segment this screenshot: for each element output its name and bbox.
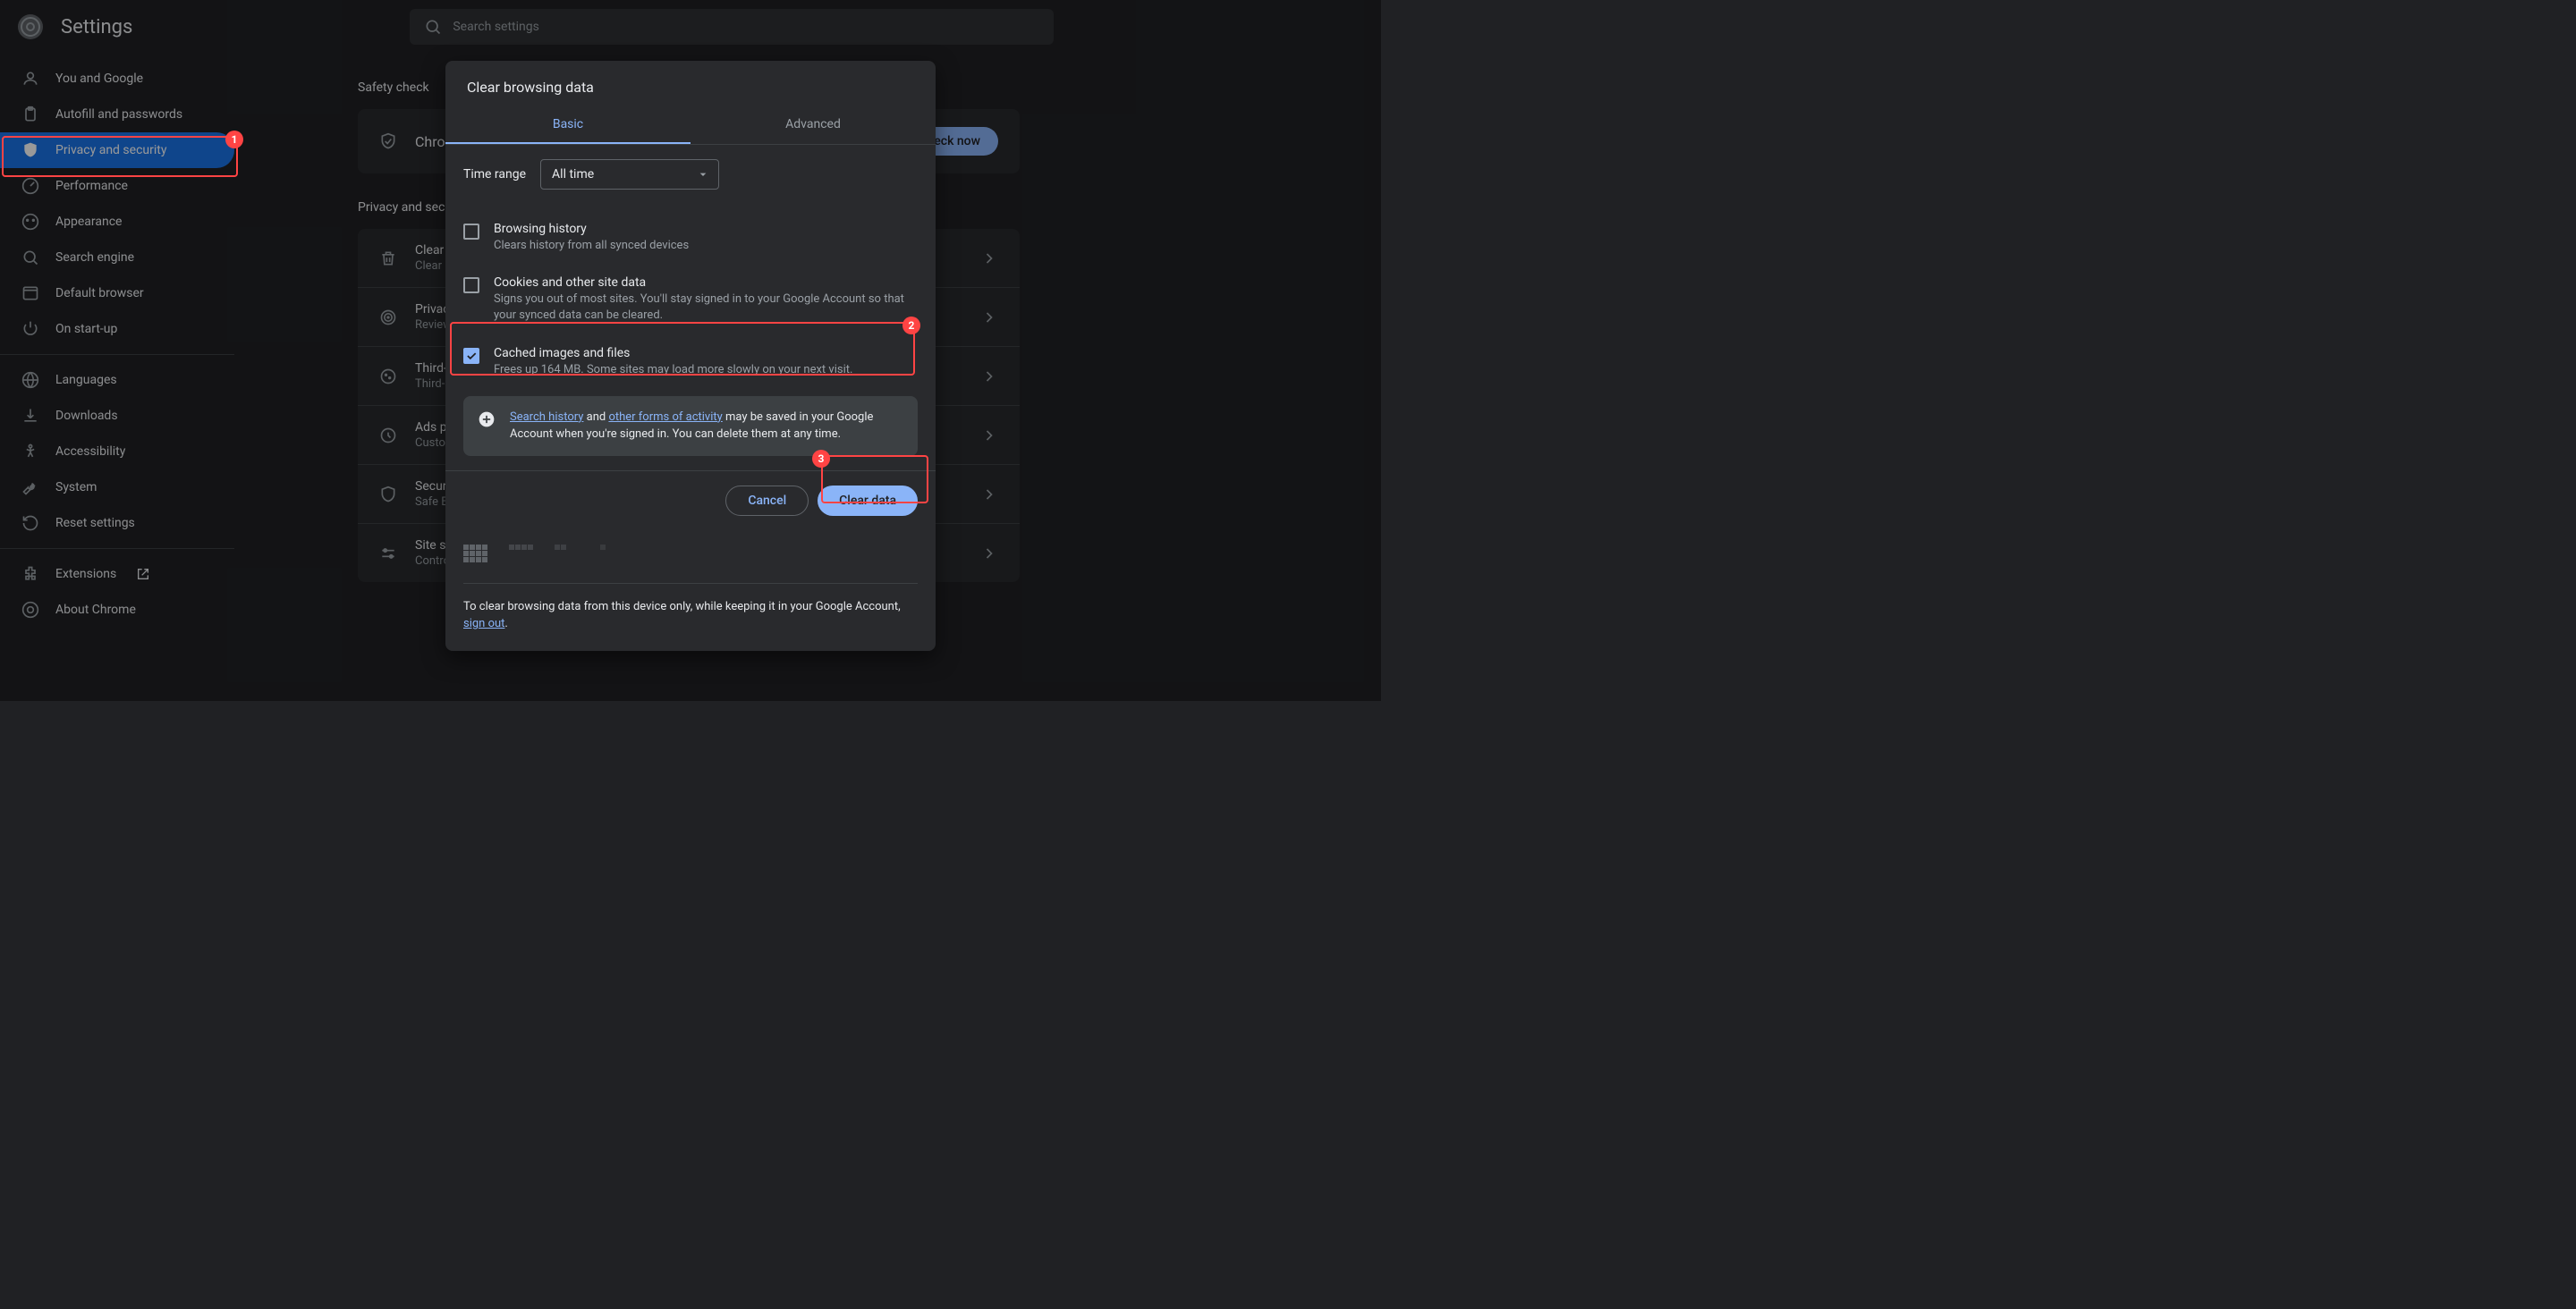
dialog-footer: Cancel Clear data bbox=[445, 470, 936, 530]
sign-out-link[interactable]: sign out bbox=[463, 617, 504, 630]
checkbox-browsing-history[interactable] bbox=[463, 224, 479, 240]
time-range-select[interactable]: All time bbox=[540, 159, 719, 190]
checkbox-row-cookies[interactable]: Cookies and other site data Signs you ou… bbox=[463, 265, 918, 334]
checkbox-row-browsing-history[interactable]: Browsing history Clears history from all… bbox=[463, 211, 918, 265]
info-text: Search history and other forms of activi… bbox=[510, 409, 903, 443]
checkbox-title: Browsing history bbox=[494, 222, 918, 236]
cancel-button[interactable]: Cancel bbox=[725, 486, 809, 516]
pixelated-avatars bbox=[463, 545, 918, 584]
tab-advanced[interactable]: Advanced bbox=[691, 106, 936, 144]
bottom-text: To clear browsing data from this device … bbox=[463, 598, 918, 633]
dialog-bottom-section: To clear browsing data from this device … bbox=[445, 530, 936, 651]
time-range-label: Time range bbox=[463, 167, 526, 182]
checkbox-cached-images[interactable] bbox=[463, 348, 479, 364]
google-icon bbox=[478, 410, 496, 428]
checkbox-title: Cached images and files bbox=[494, 346, 918, 360]
checkbox-title: Cookies and other site data bbox=[494, 275, 918, 290]
search-history-link[interactable]: Search history bbox=[510, 410, 583, 424]
clear-browsing-data-dialog: Clear browsing data Basic Advanced Time … bbox=[445, 61, 936, 651]
other-forms-link[interactable]: other forms of activity bbox=[608, 410, 722, 424]
checkbox-subtitle: Clears history from all synced devices bbox=[494, 238, 918, 254]
time-range-row: Time range All time bbox=[463, 159, 918, 190]
google-account-info-box: Search history and other forms of activi… bbox=[463, 396, 918, 456]
checkbox-subtitle: Frees up 164 MB. Some sites may load mor… bbox=[494, 362, 918, 378]
checkbox-subtitle: Signs you out of most sites. You'll stay… bbox=[494, 291, 918, 324]
dialog-tabs: Basic Advanced bbox=[445, 106, 936, 145]
checkbox-row-cached[interactable]: Cached images and files Frees up 164 MB.… bbox=[463, 335, 918, 389]
dialog-body: Time range All time Browsing history Cle… bbox=[445, 145, 936, 470]
checkbox-cookies[interactable] bbox=[463, 277, 479, 293]
dialog-title: Clear browsing data bbox=[445, 61, 936, 106]
clear-data-button[interactable]: Clear data bbox=[818, 486, 918, 516]
dialog-overlay: Clear browsing data Basic Advanced Time … bbox=[0, 0, 1381, 701]
tab-basic[interactable]: Basic bbox=[445, 106, 691, 144]
